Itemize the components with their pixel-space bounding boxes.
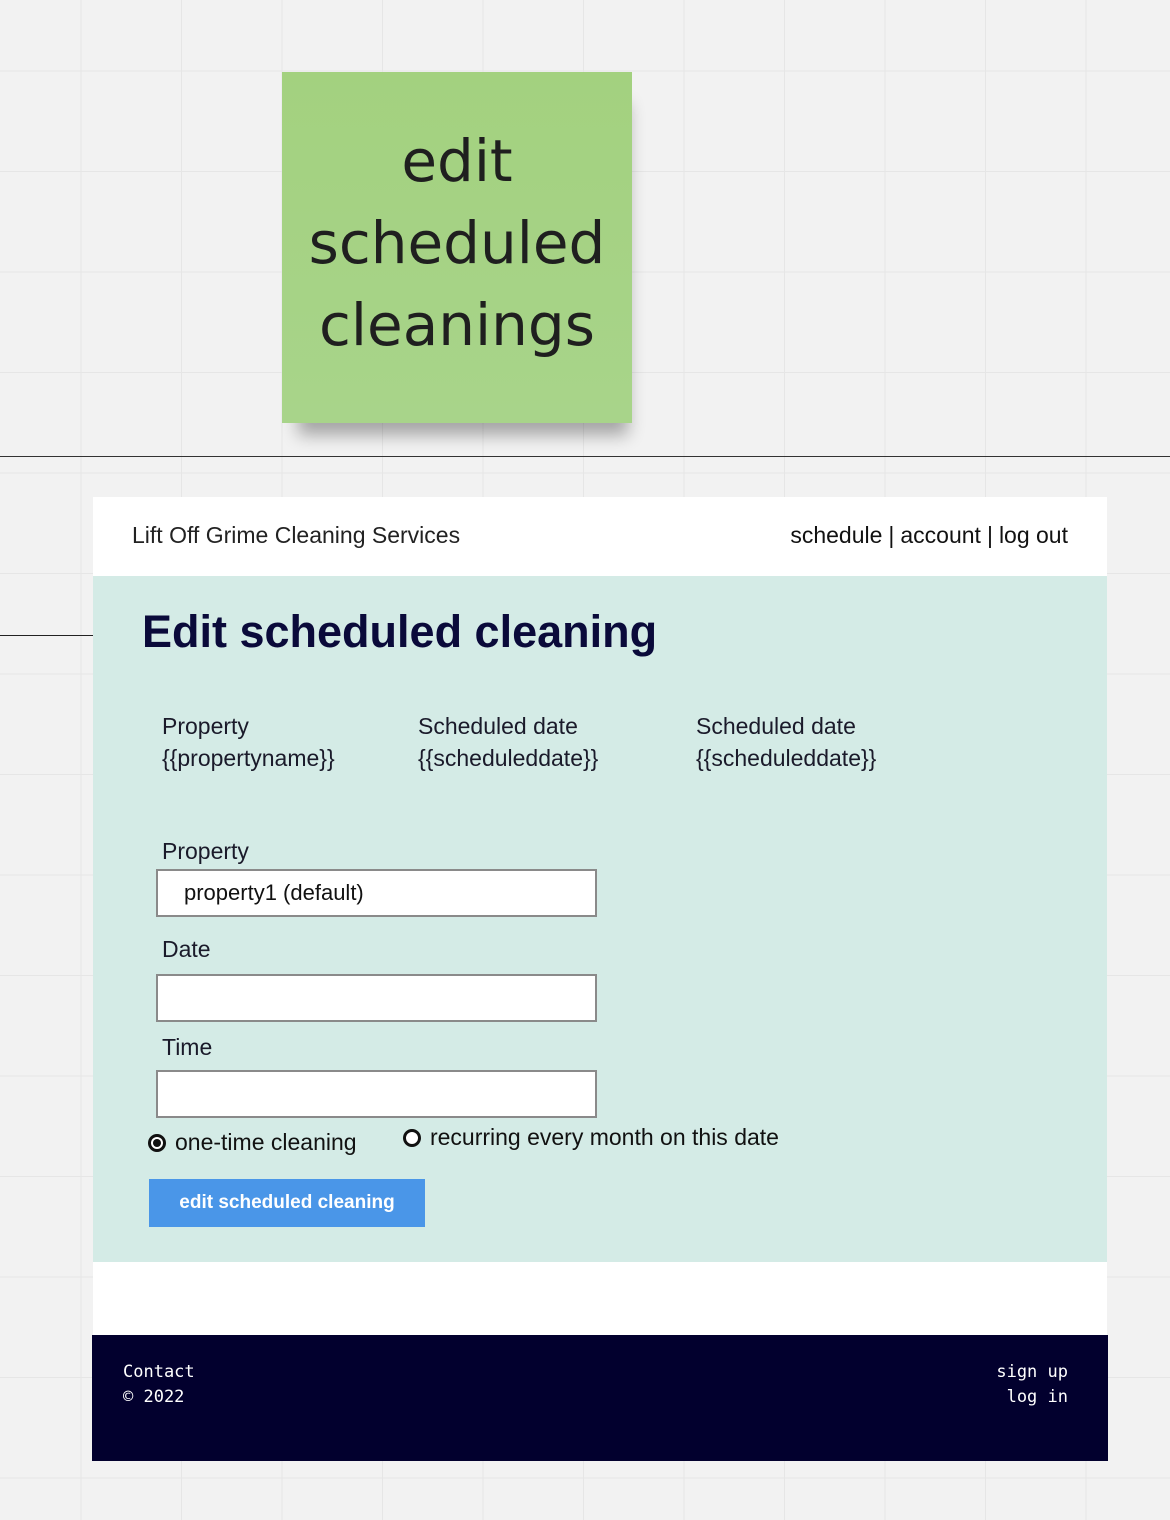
frequency-radio-group: one-time cleaning recurring every month …: [148, 1124, 779, 1156]
radio-dot-icon: [153, 1138, 161, 1147]
footer-login-link[interactable]: log in: [996, 1385, 1068, 1410]
footer-left: Contact © 2022: [123, 1360, 195, 1410]
property-label: Property: [162, 838, 249, 864]
sticky-note-text: edit scheduled cleanings: [308, 126, 606, 359]
radio-one-time[interactable]: one-time cleaning: [148, 1129, 357, 1156]
brand-name: Lift Off Grime Cleaning Services: [132, 522, 461, 548]
date-label: Date: [162, 936, 211, 962]
nav-schedule-link[interactable]: schedule: [790, 522, 882, 549]
property-select[interactable]: property1 (default): [156, 869, 597, 917]
radio-label: recurring every month on this date: [429, 1124, 779, 1150]
wireframe-page: Lift Off Grime Cleaning Services schedul…: [92, 497, 1108, 1461]
time-label: Time: [162, 1034, 213, 1060]
connector-arrow-line: [0, 635, 102, 636]
page-title: Edit scheduled cleaning: [142, 606, 658, 657]
nav-logout-link[interactable]: log out: [999, 522, 1068, 549]
summary-value: {{scheduleddate}}: [418, 745, 599, 771]
edit-scheduled-cleaning-button[interactable]: edit scheduled cleaning: [149, 1179, 425, 1227]
date-input[interactable]: [156, 974, 597, 1022]
summary-scheduled-date-2: Scheduled date {{scheduleddate}}: [696, 710, 876, 774]
summary-label: Scheduled date: [418, 713, 578, 739]
nav-account-link[interactable]: account: [900, 522, 981, 549]
summary-scheduled-date: Scheduled date {{scheduleddate}}: [418, 710, 598, 774]
time-input[interactable]: [156, 1070, 597, 1118]
radio-recurring[interactable]: recurring every month on this date: [402, 1124, 779, 1151]
footer: Contact © 2022 sign up log in: [92, 1335, 1108, 1461]
footer-signup-link[interactable]: sign up: [996, 1360, 1068, 1385]
footer-copyright: © 2022: [123, 1387, 185, 1407]
nav-separator: |: [888, 522, 895, 548]
summary-value: {{propertyname}}: [162, 745, 335, 771]
summary-property: Property {{propertyname}}: [162, 710, 335, 774]
sticky-note: edit scheduled cleanings: [282, 72, 632, 423]
radio-label: one-time cleaning: [175, 1129, 357, 1155]
top-bar: Lift Off Grime Cleaning Services schedul…: [93, 497, 1107, 576]
footer-right: sign up log in: [996, 1360, 1068, 1410]
radio-unselected-icon[interactable]: [402, 1128, 421, 1147]
summary-label: Property: [162, 713, 249, 739]
section-divider: [0, 456, 1170, 457]
summary-value: {{scheduleddate}}: [696, 745, 877, 771]
main-content: Edit scheduled cleaning Property {{prope…: [93, 576, 1107, 1262]
footer-contact-link[interactable]: Contact: [123, 1360, 195, 1385]
top-nav: schedule | account | log out: [790, 522, 1068, 549]
radio-selected-icon[interactable]: [148, 1133, 166, 1152]
summary-label: Scheduled date: [696, 713, 856, 739]
nav-separator: |: [986, 522, 993, 548]
